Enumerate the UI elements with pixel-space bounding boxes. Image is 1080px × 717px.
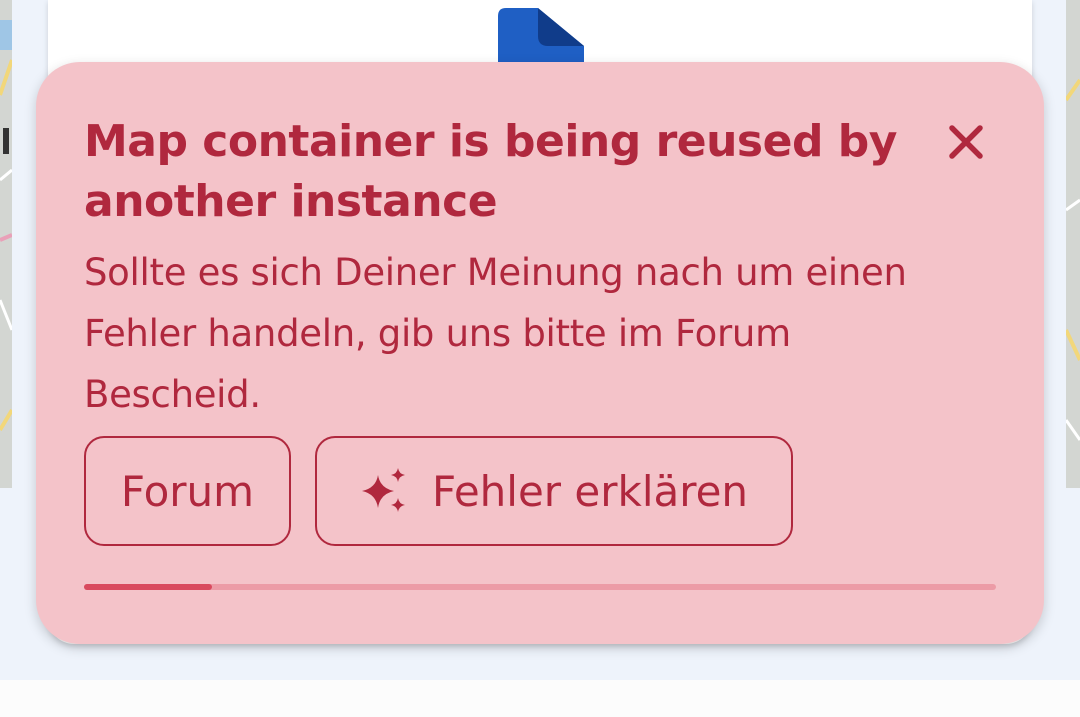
toast-timer-progress-fill bbox=[84, 584, 212, 590]
toast-title: Map container is being reused by another… bbox=[84, 116, 897, 227]
explain-button-label: Fehler erklären bbox=[431, 466, 749, 516]
error-toast: Map container is being reused by another… bbox=[36, 62, 1044, 644]
toast-timer-progress bbox=[84, 584, 996, 590]
map-background-left bbox=[0, 0, 12, 488]
forum-button[interactable]: Forum bbox=[84, 436, 291, 546]
bottom-bar bbox=[0, 680, 1080, 717]
map-background-right bbox=[1066, 0, 1080, 488]
forum-button-label: Forum bbox=[120, 466, 255, 516]
close-icon bbox=[949, 125, 983, 159]
explain-error-button[interactable]: Fehler erklären bbox=[315, 436, 793, 546]
toast-message: Sollte es sich Deiner Meinung nach um ei… bbox=[84, 251, 907, 416]
close-button[interactable] bbox=[938, 114, 994, 170]
sparkle-icon bbox=[361, 468, 405, 512]
